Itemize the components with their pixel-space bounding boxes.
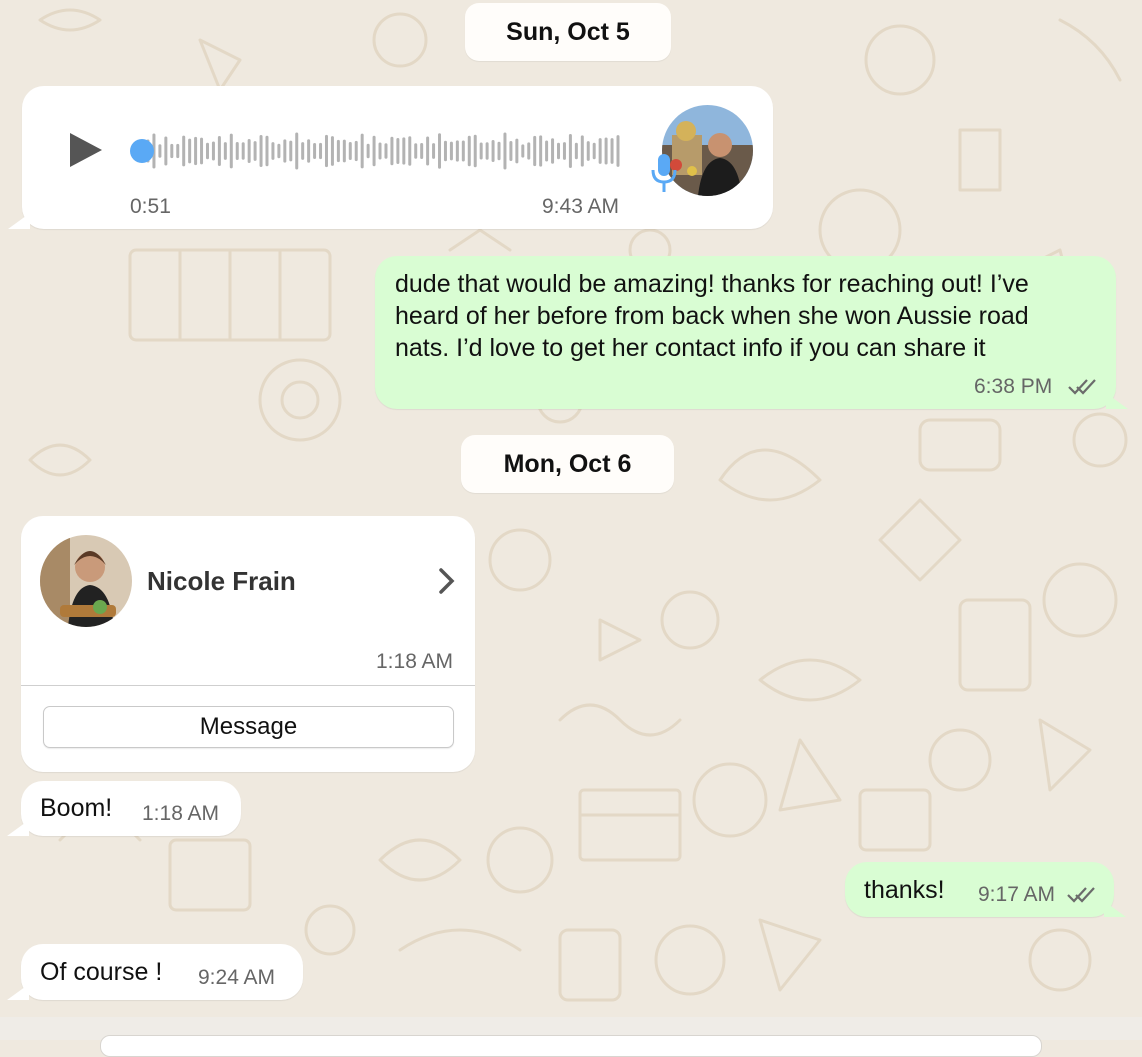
message-text-line: heard of her before from back when she w…: [395, 302, 1029, 330]
message-time: 9:17 AM: [978, 883, 1056, 906]
voice-duration: 0:51: [130, 195, 171, 218]
chevron-right-icon[interactable]: [436, 566, 458, 596]
voice-timestamp: 9:43 AM: [542, 195, 620, 218]
message-input[interactable]: [100, 1035, 1042, 1057]
bubble-tail: [1106, 393, 1128, 409]
message-text: Of course !: [40, 958, 163, 986]
play-icon: [70, 133, 102, 167]
playhead-dot[interactable]: [130, 139, 154, 163]
conversation: Sun, Oct 5 0:51 9:43 AM dude that would …: [0, 0, 1142, 1040]
microphone-icon: [650, 152, 678, 194]
bubble-tail: [1104, 901, 1126, 917]
read-receipt-icon: [1068, 379, 1096, 395]
message-time: 9:24 AM: [198, 966, 276, 989]
message-text-line: nats. I’d love to get her contact info i…: [395, 334, 986, 362]
voice-waveform[interactable]: [128, 124, 628, 180]
bubble-tail: [7, 984, 29, 1000]
read-receipt-icon: [1067, 887, 1095, 903]
date-separator: Mon, Oct 6: [461, 435, 674, 493]
contact-avatar: [40, 535, 132, 627]
play-button[interactable]: [62, 128, 106, 172]
card-divider: [21, 685, 475, 686]
date-label: Mon, Oct 6: [503, 450, 632, 478]
message-contact-button[interactable]: Message: [43, 706, 454, 748]
message-time: 6:38 PM: [974, 375, 1053, 398]
date-label: Sun, Oct 5: [506, 18, 630, 46]
message-time: 1:18 AM: [142, 802, 220, 825]
date-separator: Sun, Oct 5: [465, 3, 671, 61]
message-text: Boom!: [40, 794, 113, 822]
message-text-line: dude that would be amazing! thanks for r…: [395, 270, 1029, 298]
contact-card-time: 1:18 AM: [376, 650, 454, 673]
bubble-tail: [8, 213, 30, 229]
contact-name: Nicole Frain: [147, 566, 296, 596]
bubble-tail: [7, 820, 29, 836]
message-text: thanks!: [864, 876, 945, 904]
